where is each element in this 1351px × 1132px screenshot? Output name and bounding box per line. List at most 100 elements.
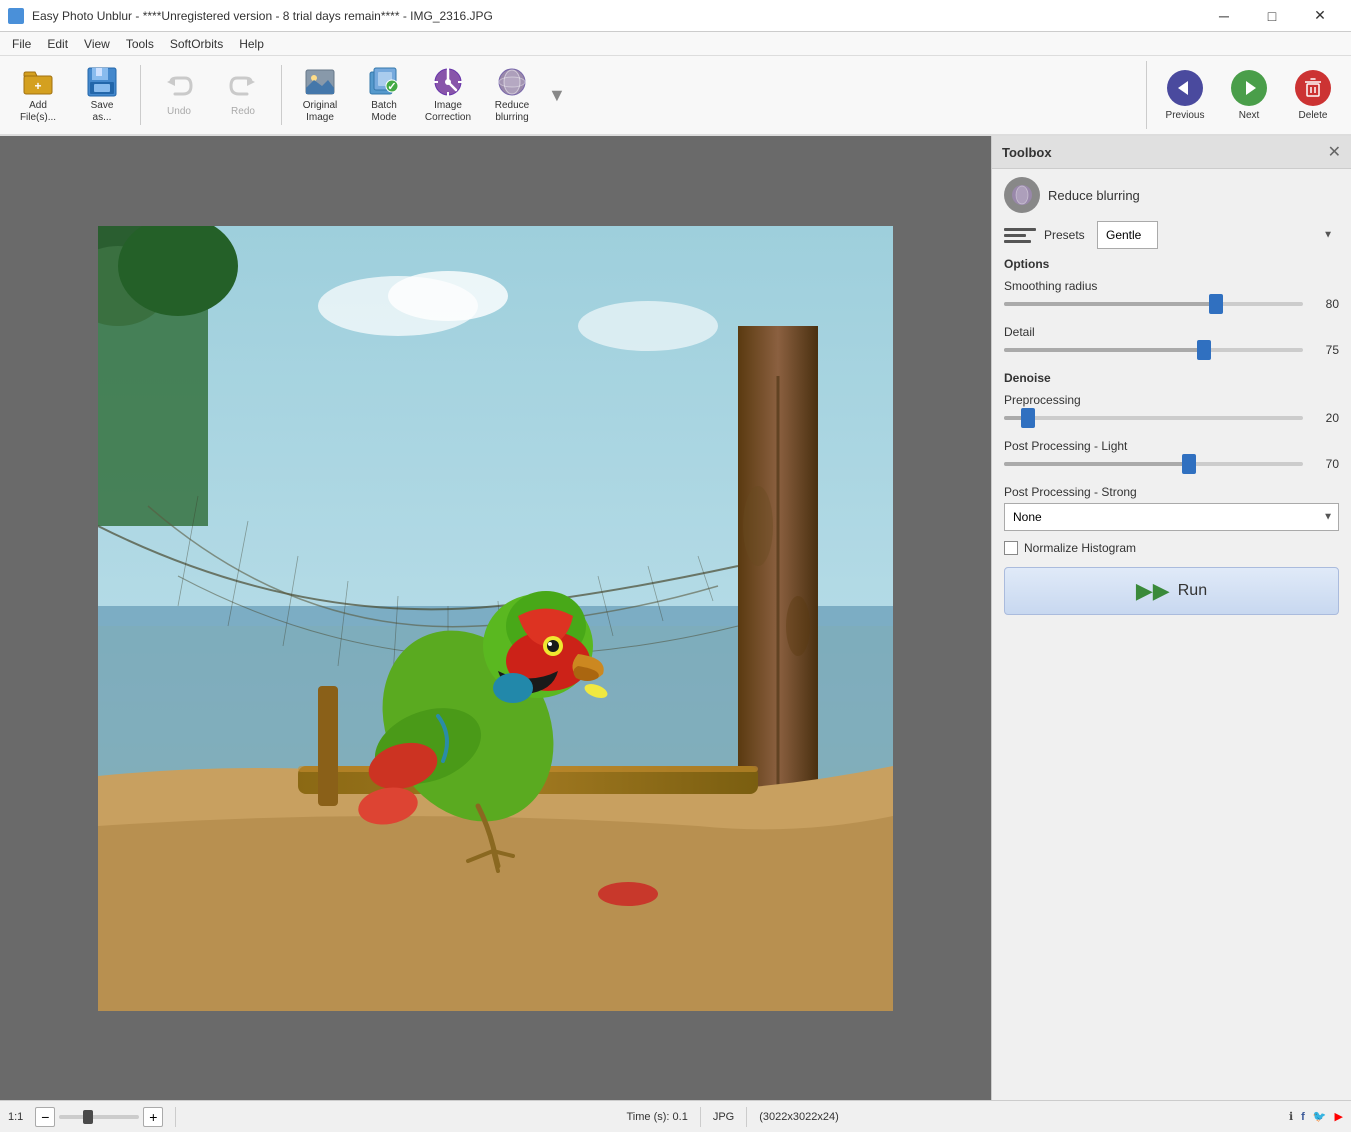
detail-label: Detail <box>1004 325 1339 339</box>
redo-icon <box>227 72 259 104</box>
detail-group: Detail 75 <box>1004 325 1339 357</box>
previous-button[interactable]: Previous <box>1155 61 1215 129</box>
post-strong-select[interactable]: None Light Medium Strong <box>1004 503 1339 531</box>
youtube-icon[interactable]: ▶ <box>1335 1110 1343 1123</box>
status-bar: 1:1 − + Time (s): 0.1 JPG (3022x3022x24)… <box>0 1100 1351 1132</box>
reduce-blurring-button[interactable]: Reduceblurring <box>482 61 542 129</box>
reduce-blurring-tool-icon <box>1004 177 1040 213</box>
add-files-button[interactable]: + AddFile(s)... <box>8 61 68 129</box>
preprocessing-group: Preprocessing 20 <box>1004 393 1339 425</box>
batch-icon: ✓ <box>368 66 400 98</box>
redo-label: Redo <box>231 106 255 118</box>
denoise-label: Denoise <box>1004 371 1339 385</box>
delete-icon <box>1295 70 1331 106</box>
detail-track[interactable] <box>1004 348 1303 352</box>
post-light-thumb[interactable] <box>1182 454 1196 474</box>
menu-bar: File Edit View Tools SoftOrbits Help <box>0 32 1351 56</box>
correction-icon <box>432 66 464 98</box>
facebook-icon[interactable]: f <box>1301 1111 1305 1123</box>
minimize-button[interactable]: ─ <box>1201 0 1247 32</box>
status-separator-1 <box>175 1107 176 1127</box>
normalize-label: Normalize Histogram <box>1024 541 1136 555</box>
post-light-track[interactable] <box>1004 462 1303 466</box>
app-icon <box>8 8 24 24</box>
run-button[interactable]: ▶▶ Run <box>1004 567 1339 615</box>
original-icon <box>304 66 336 98</box>
smoothing-radius-label: Smoothing radius <box>1004 279 1339 293</box>
post-light-row: 70 <box>1004 457 1339 471</box>
add-files-label: AddFile(s)... <box>20 100 56 124</box>
next-icon <box>1231 70 1267 106</box>
folder-add-icon: + <box>22 66 54 98</box>
zoom-level: 1:1 <box>8 1111 23 1123</box>
run-label: Run <box>1178 582 1207 600</box>
image-viewport[interactable] <box>0 136 991 1100</box>
main-area: Toolbox ✕ Reduce blurring <box>0 136 1351 1100</box>
presets-select[interactable]: Gentle Medium Strong Custom <box>1097 221 1158 249</box>
close-button[interactable]: ✕ <box>1297 0 1343 32</box>
toolbox-header: Toolbox ✕ <box>992 136 1351 169</box>
post-light-group: Post Processing - Light 70 <box>1004 439 1339 471</box>
toolbox-close-button[interactable]: ✕ <box>1328 142 1341 162</box>
post-light-label: Post Processing - Light <box>1004 439 1339 453</box>
separator-2 <box>281 65 282 125</box>
options-label: Options <box>1004 257 1339 271</box>
menu-tools[interactable]: Tools <box>118 32 162 55</box>
smoothing-radius-value: 80 <box>1311 297 1339 311</box>
menu-edit[interactable]: Edit <box>39 32 76 55</box>
normalize-checkbox[interactable] <box>1004 541 1018 555</box>
tool-name-label: Reduce blurring <box>1048 188 1140 203</box>
menu-help[interactable]: Help <box>231 32 272 55</box>
post-strong-group: Post Processing - Strong None Light Medi… <box>1004 485 1339 531</box>
status-icons: ℹ f 🐦 ▶ <box>1289 1110 1343 1123</box>
zoom-slider[interactable] <box>59 1115 139 1119</box>
window-controls: ─ □ ✕ <box>1201 0 1343 32</box>
status-separator-3 <box>746 1107 747 1127</box>
next-button[interactable]: Next <box>1219 61 1279 129</box>
smoothing-radius-group: Smoothing radius 80 <box>1004 279 1339 311</box>
image-correction-label: ImageCorrection <box>425 100 471 124</box>
svg-text:+: + <box>34 79 41 93</box>
save-as-button[interactable]: Saveas... <box>72 61 132 129</box>
presets-label: Presets <box>1044 228 1089 242</box>
zoom-in-button[interactable]: + <box>143 1107 163 1127</box>
status-time-label: Time (s): 0.1 <box>627 1111 688 1123</box>
presets-select-wrapper[interactable]: Gentle Medium Strong Custom <box>1097 221 1339 249</box>
toolbox-panel: Toolbox ✕ Reduce blurring <box>991 136 1351 1100</box>
status-format: JPG <box>713 1111 734 1123</box>
delete-button[interactable]: Delete <box>1283 61 1343 129</box>
maximize-button[interactable]: □ <box>1249 0 1295 32</box>
toolbar-more-icon[interactable]: ▼ <box>548 85 566 106</box>
toolbox-content: Reduce blurring Presets Gentle Medium St… <box>992 169 1351 1100</box>
original-image-button[interactable]: OriginalImage <box>290 61 350 129</box>
zoom-out-button[interactable]: − <box>35 1107 55 1127</box>
reduce-blurring-label: Reduceblurring <box>495 100 529 124</box>
preprocessing-row: 20 <box>1004 411 1339 425</box>
detail-row: 75 <box>1004 343 1339 357</box>
previous-icon <box>1167 70 1203 106</box>
original-image-label: OriginalImage <box>303 100 337 124</box>
undo-label: Undo <box>167 106 191 118</box>
info-icon[interactable]: ℹ <box>1289 1110 1293 1123</box>
menu-view[interactable]: View <box>76 32 118 55</box>
redo-button[interactable]: Redo <box>213 61 273 129</box>
image-correction-button[interactable]: ImageCorrection <box>418 61 478 129</box>
smoothing-radius-thumb[interactable] <box>1209 294 1223 314</box>
preprocessing-thumb[interactable] <box>1021 408 1035 428</box>
preprocessing-track[interactable] <box>1004 416 1303 420</box>
twitter-icon[interactable]: 🐦 <box>1313 1110 1327 1123</box>
post-strong-select-wrapper[interactable]: None Light Medium Strong <box>1004 503 1339 531</box>
photo-display <box>98 226 893 1011</box>
zoom-controls: − + <box>35 1107 163 1127</box>
smoothing-radius-track[interactable] <box>1004 302 1303 306</box>
batch-mode-button[interactable]: ✓ BatchMode <box>354 61 414 129</box>
toolbar: + AddFile(s)... Saveas... Undo <box>0 56 1351 136</box>
next-label: Next <box>1239 110 1260 121</box>
menu-file[interactable]: File <box>4 32 39 55</box>
undo-button[interactable]: Undo <box>149 61 209 129</box>
detail-thumb[interactable] <box>1197 340 1211 360</box>
svg-text:✓: ✓ <box>387 81 396 93</box>
presets-icon <box>1004 223 1036 247</box>
menu-softorbits[interactable]: SoftOrbits <box>162 32 231 55</box>
detail-value: 75 <box>1311 343 1339 357</box>
